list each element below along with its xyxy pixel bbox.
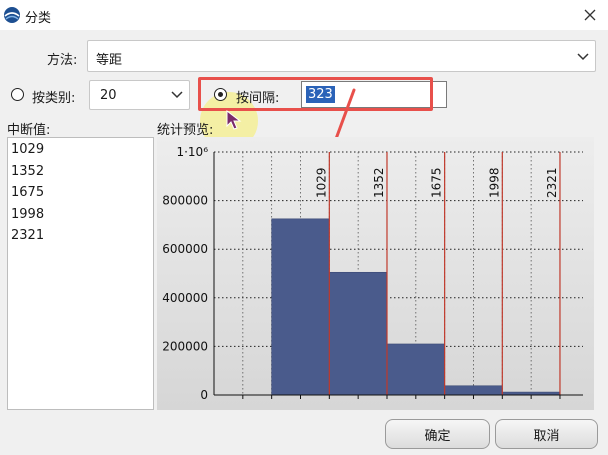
breaks-label: 中断值: xyxy=(7,123,51,138)
break-value-label: 1352 xyxy=(372,167,386,198)
y-tick-label: 200000 xyxy=(162,339,208,353)
histogram-svg: 1029 1352 1675 1998 2321 0 200000 400000 600000… xyxy=(157,137,594,410)
list-item[interactable]: 1998 xyxy=(11,207,44,222)
title-bar: 分类 xyxy=(0,0,608,30)
histogram-bar xyxy=(271,218,330,396)
mouse-pointer-icon xyxy=(226,110,242,130)
break-values-list[interactable]: 1029 1352 1675 1998 2321 xyxy=(7,137,154,410)
chevron-down-icon xyxy=(577,53,589,61)
histogram-bar xyxy=(386,343,445,396)
list-item[interactable]: 1352 xyxy=(11,164,44,179)
method-select-value: 等距 xyxy=(96,53,123,68)
by-class-radio[interactable] xyxy=(11,88,24,101)
list-item[interactable]: 1675 xyxy=(11,185,44,200)
statistics-preview-chart: 1029 1352 1675 1998 2321 0 200000 400000 600000… xyxy=(157,137,594,410)
y-tick-label: 1·10⁶ xyxy=(176,145,208,159)
list-item[interactable]: 1029 xyxy=(11,142,44,157)
y-tick-label: 800000 xyxy=(162,194,208,208)
break-value-label: 1675 xyxy=(430,167,444,198)
window-title: 分类 xyxy=(25,11,52,26)
close-icon xyxy=(584,9,596,21)
close-button[interactable] xyxy=(576,2,604,28)
class-count-value: 20 xyxy=(100,88,117,103)
break-value-label: 2321 xyxy=(545,167,559,198)
chevron-down-icon xyxy=(171,91,183,99)
ok-button[interactable]: 确定 xyxy=(385,419,490,449)
classification-dialog: 分类 方法: 等距 按类别: 20 按间隔: 323 中断值: 1029 135… xyxy=(0,0,608,455)
y-tick-label: 600000 xyxy=(162,242,208,256)
y-tick-label: 0 xyxy=(200,388,208,402)
break-value-label: 1998 xyxy=(487,167,501,198)
break-value-label: 1029 xyxy=(314,167,328,198)
by-class-label: 按类别: xyxy=(32,91,76,106)
histogram-bar xyxy=(329,271,388,396)
y-tick-label: 400000 xyxy=(162,291,208,305)
app-logo-icon xyxy=(4,7,20,23)
cancel-button[interactable]: 取消 xyxy=(495,419,598,449)
class-count-select[interactable]: 20 xyxy=(89,80,190,110)
preview-label: 统计预览: xyxy=(157,123,214,138)
list-item[interactable]: 2321 xyxy=(11,228,44,243)
method-select[interactable]: 等距 xyxy=(87,40,596,72)
method-label: 方法: xyxy=(47,53,78,68)
histogram-bar xyxy=(444,385,503,396)
